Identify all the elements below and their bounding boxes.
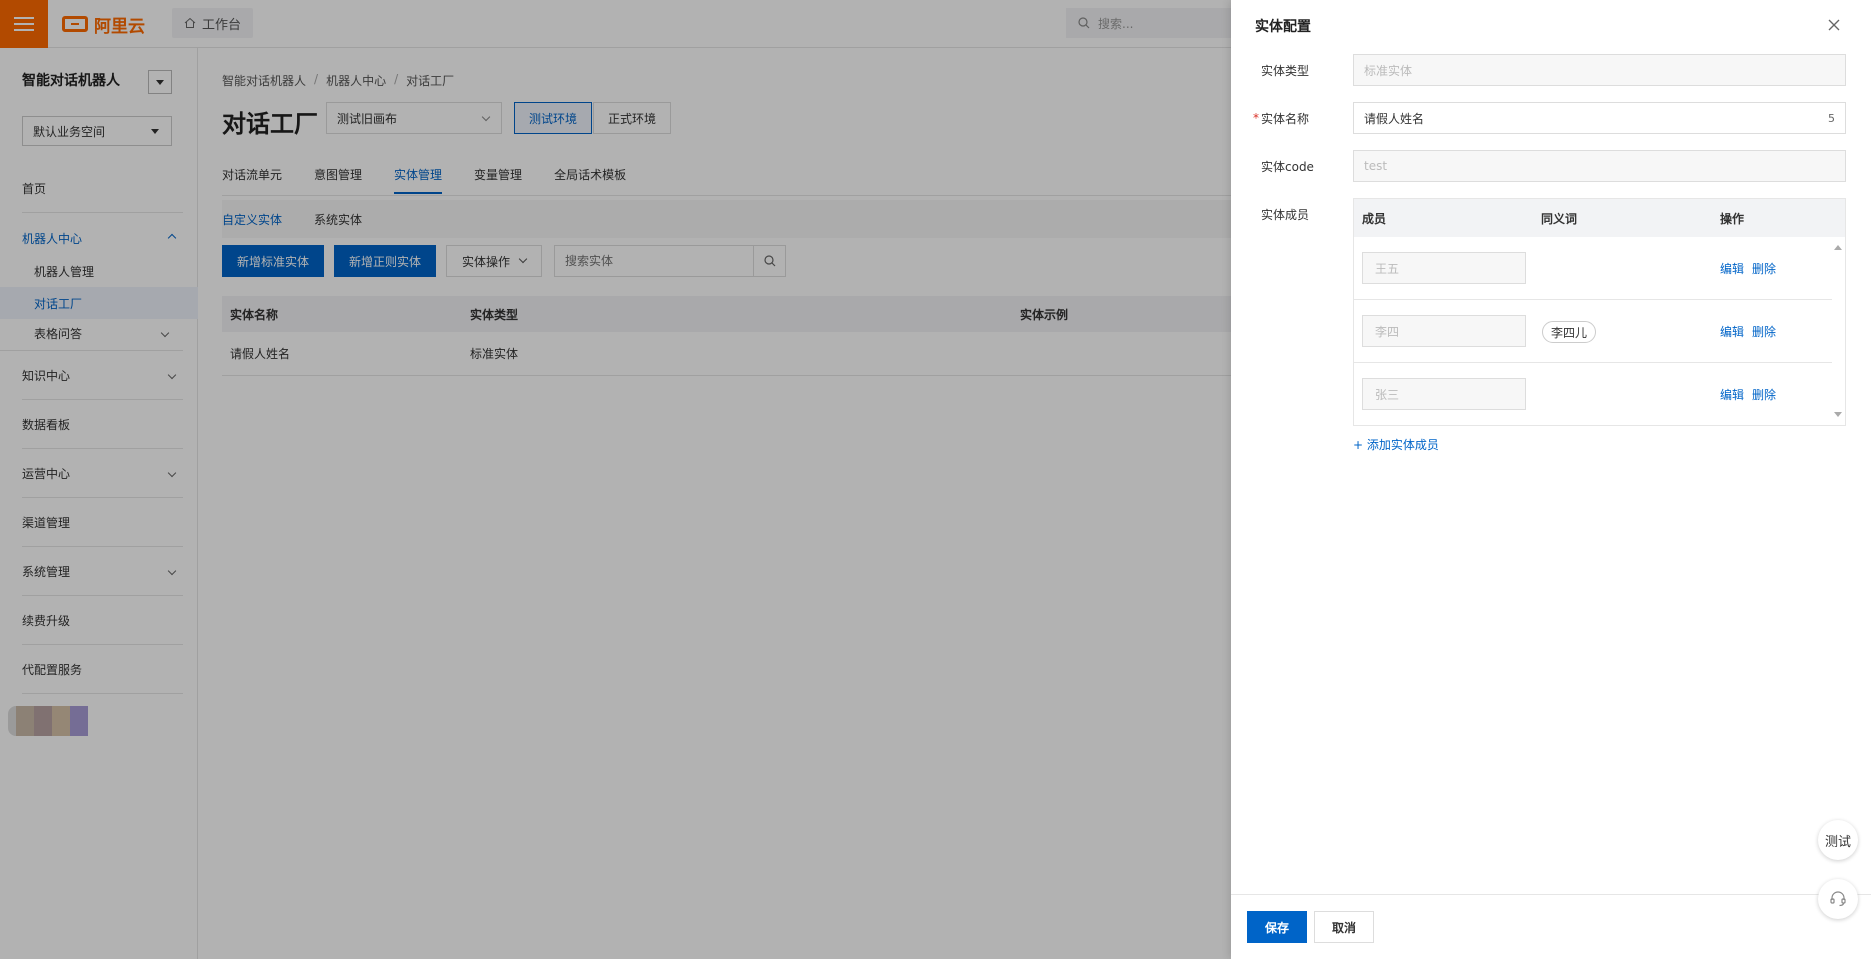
- member-input: 张三: [1362, 378, 1526, 410]
- column-header: 同义词: [1541, 211, 1578, 226]
- entity-code-value: test: [1364, 159, 1388, 173]
- entity-name-label-text: 实体名称: [1261, 111, 1310, 126]
- entity-name-field[interactable]: 请假人姓名 5: [1353, 102, 1846, 134]
- headset-icon: [1830, 891, 1846, 907]
- drawer-title: 实体配置: [1255, 19, 1311, 35]
- cancel-button[interactable]: 取消: [1314, 911, 1374, 943]
- column-header: 操作: [1720, 211, 1745, 226]
- required-mark: *: [1253, 111, 1259, 125]
- synonym-tag: 李四儿: [1542, 321, 1597, 343]
- entity-type-label: 实体类型: [1261, 63, 1310, 78]
- support-float-button[interactable]: [1818, 879, 1858, 919]
- close-icon[interactable]: [1825, 16, 1843, 34]
- add-member-link[interactable]: + 添加实体成员: [1353, 434, 1439, 454]
- entity-code-field: test: [1353, 150, 1846, 182]
- save-button[interactable]: 保存: [1247, 911, 1307, 943]
- entity-code-label: 实体code: [1261, 159, 1314, 174]
- entity-type-field: 标准实体: [1353, 54, 1846, 86]
- entity-members-table: 成员 同义词 操作 王五 编辑 删除 李四 李四儿 编辑 删除 张三 编辑 删除: [1353, 198, 1846, 426]
- delete-link[interactable]: 删除: [1752, 300, 1776, 362]
- members-scrollbar[interactable]: [1831, 237, 1845, 425]
- scroll-up-icon[interactable]: [1834, 245, 1842, 250]
- delete-link[interactable]: 删除: [1752, 363, 1776, 425]
- edit-link[interactable]: 编辑: [1720, 237, 1744, 299]
- member-input: 李四: [1362, 315, 1526, 347]
- members-table-header: 成员 同义词 操作: [1354, 199, 1845, 237]
- entity-name-label: * 实体名称: [1253, 102, 1310, 134]
- column-header: 成员: [1362, 211, 1387, 226]
- scroll-down-icon[interactable]: [1834, 412, 1842, 417]
- table-row: 张三 编辑 删除: [1354, 363, 1832, 426]
- table-row: 王五 编辑 删除: [1354, 237, 1832, 300]
- test-float-button[interactable]: 测试: [1818, 820, 1858, 860]
- entity-type-value: 标准实体: [1364, 63, 1413, 78]
- entity-name-value: 请假人姓名: [1364, 111, 1425, 126]
- edit-link[interactable]: 编辑: [1720, 300, 1744, 362]
- char-counter: 5: [1828, 111, 1835, 125]
- table-row: 李四 李四儿 编辑 删除: [1354, 300, 1832, 363]
- edit-link[interactable]: 编辑: [1720, 363, 1744, 425]
- entity-members-label: 实体成员: [1261, 207, 1310, 222]
- member-input: 王五: [1362, 252, 1526, 284]
- delete-link[interactable]: 删除: [1752, 237, 1776, 299]
- entity-config-drawer: 实体配置 实体类型 标准实体 * 实体名称 请假人姓名 5 实体code tes…: [1231, 0, 1871, 959]
- drawer-footer-divider: [1231, 894, 1871, 895]
